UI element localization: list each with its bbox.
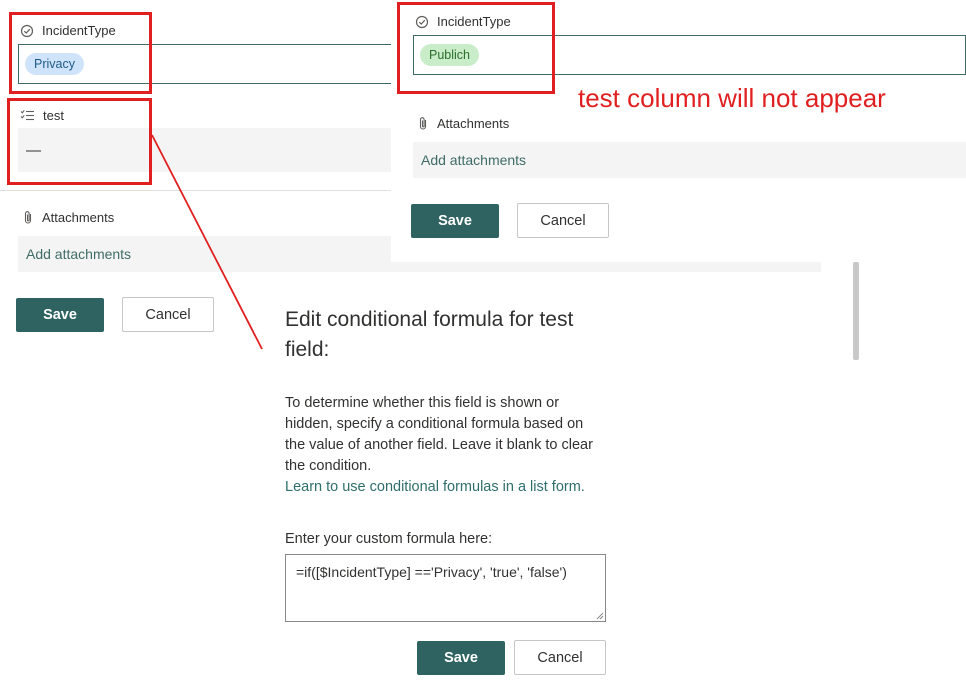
formula-value: =if([$IncidentType] =='Privacy', 'true',… — [296, 564, 567, 580]
dialog-description: To determine whether this field is shown… — [285, 395, 593, 474]
dialog-title: Edit conditional formula for test field: — [285, 308, 574, 361]
learn-conditional-formulas-link[interactable]: Learn to use conditional formulas in a l… — [285, 477, 585, 498]
scrollbar-thumb[interactable] — [853, 262, 859, 360]
dialog-save-button[interactable]: Save — [417, 641, 505, 675]
dialog-cancel-button[interactable]: Cancel — [514, 640, 606, 675]
formula-label: Enter your custom formula here: — [285, 531, 493, 547]
resize-grip-icon[interactable] — [595, 611, 604, 620]
formula-textarea[interactable]: =if([$IncidentType] =='Privacy', 'true',… — [285, 554, 606, 622]
